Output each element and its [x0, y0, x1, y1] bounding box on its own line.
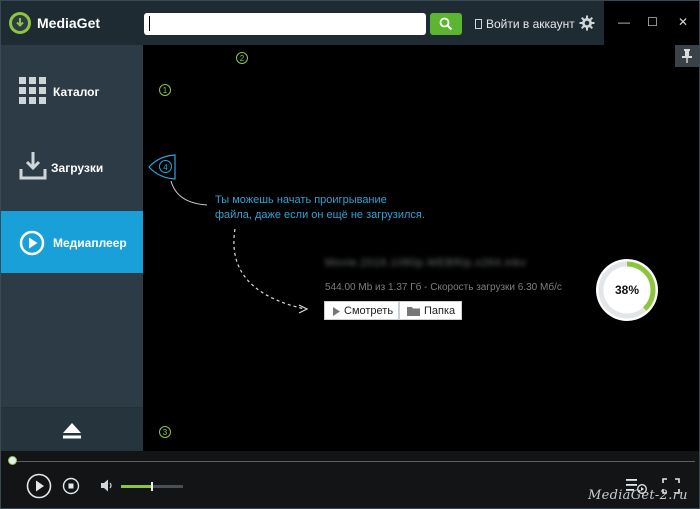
eject-icon	[63, 423, 81, 439]
window-controls: — ☐ ✕	[604, 1, 699, 45]
watermark: MediaGet-2.ru	[588, 488, 688, 503]
tutorial-badge-2: 2	[236, 52, 248, 64]
sidebar-item-catalog[interactable]: Каталог	[1, 63, 143, 125]
sidebar-item-label: Медиаплеер	[53, 236, 127, 250]
play-icon	[333, 307, 340, 316]
sidebar-item-label: Загрузки	[51, 161, 104, 175]
seek-bar[interactable]	[13, 461, 695, 462]
minimize-button[interactable]: —	[618, 15, 630, 29]
download-progress-text: 544.00 Mb из 1.37 Гб - Скорость загрузки…	[325, 282, 562, 293]
text-caret	[149, 16, 150, 31]
tutorial-pointer-graphic	[148, 154, 309, 314]
play-circle-icon	[19, 230, 45, 256]
app-title: MediaGet	[37, 15, 101, 31]
close-button[interactable]: ✕	[678, 15, 688, 29]
search-icon	[439, 17, 453, 31]
tutorial-tip: Ты можешь начать проигрывание файла, даж…	[215, 193, 425, 223]
pin-button[interactable]	[675, 45, 699, 67]
search-input[interactable]	[144, 13, 426, 35]
login-link[interactable]: Войти в аккаунт	[475, 17, 575, 31]
login-label: Войти в аккаунт	[486, 17, 575, 31]
mediaget-window: MediaGet Войти в аккаунт — ☐ ✕ Каталог З…	[0, 0, 700, 509]
volume-level	[121, 485, 152, 488]
tip-line: файла, даже если он ещё не загрузился.	[215, 209, 425, 221]
mediaget-logo-icon	[9, 12, 31, 34]
sidebar-item-mediaplayer[interactable]: Медиаплеер	[1, 211, 143, 273]
sidebar-item-label: Каталог	[53, 85, 100, 99]
download-icon	[19, 152, 47, 180]
volume-slider[interactable]	[121, 482, 183, 491]
folder-label: Папка	[424, 305, 456, 317]
seek-handle[interactable]	[8, 456, 17, 465]
tutorial-badge-3: 3	[159, 426, 171, 438]
search-button[interactable]	[430, 13, 462, 35]
sidebar-item-downloads[interactable]: Загрузки	[1, 137, 143, 199]
sidebar: Каталог Загрузки Медиаплеер	[1, 45, 143, 452]
volume-handle[interactable]	[151, 482, 153, 491]
grid-icon	[19, 77, 46, 104]
tip-line: Ты можешь начать проигрывание	[215, 194, 387, 206]
play-button[interactable]	[26, 473, 52, 499]
volume-icon[interactable]	[101, 479, 115, 492]
watch-button[interactable]: Смотреть	[324, 301, 399, 320]
gear-icon[interactable]	[579, 15, 595, 31]
tutorial-badge-4: 4	[159, 160, 172, 173]
folder-button[interactable]: Папка	[399, 301, 462, 320]
watch-label: Смотреть	[344, 305, 394, 317]
eject-button[interactable]	[1, 407, 143, 452]
maximize-button[interactable]: ☐	[647, 15, 658, 29]
pin-icon	[682, 49, 692, 63]
stop-button[interactable]	[62, 477, 80, 495]
account-icon	[475, 19, 482, 29]
folder-icon	[407, 307, 420, 316]
download-file-name: Movie.2016.1080p.WEBRip.x264.mkv	[325, 257, 527, 269]
tutorial-badge-1: 1	[159, 84, 171, 96]
title-bar: MediaGet Войти в аккаунт — ☐ ✕	[1, 1, 699, 45]
download-percent: 38%	[614, 283, 640, 297]
